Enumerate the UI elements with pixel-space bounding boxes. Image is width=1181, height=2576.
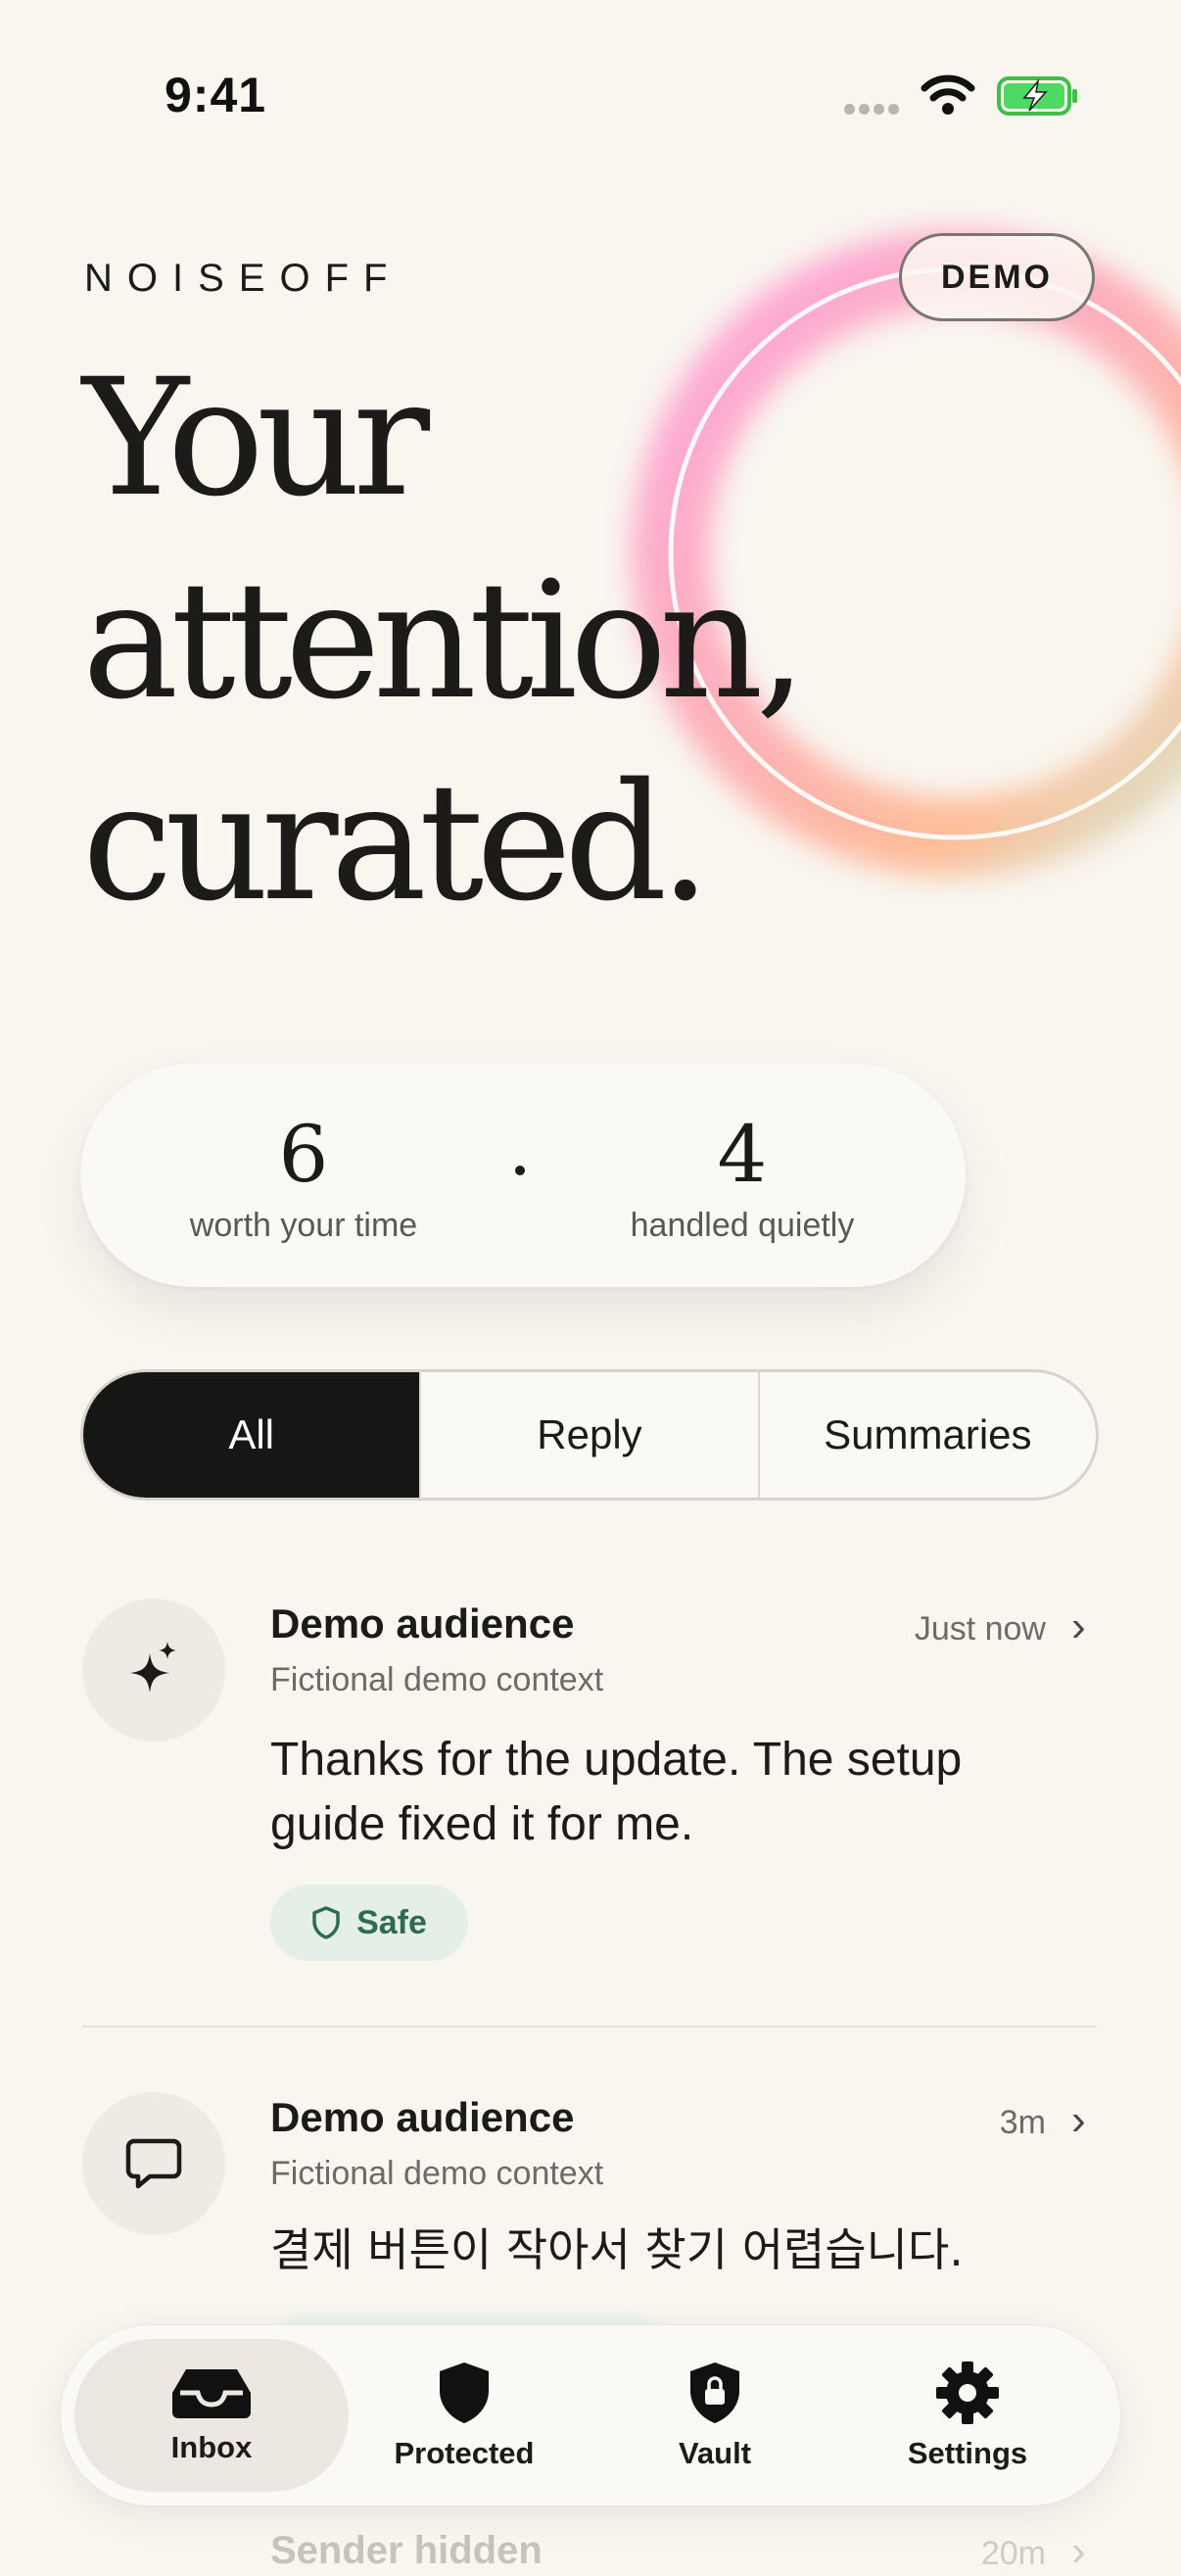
chevron-right-icon[interactable]: ›: [1071, 2096, 1086, 2145]
chevron-right-icon: ›: [1071, 2527, 1086, 2575]
handled-label: handled quietly: [630, 1207, 855, 1244]
brand-wordmark: NOISEOFF: [84, 257, 402, 300]
worth-label: worth your time: [189, 1207, 418, 1244]
wifi-icon: [921, 74, 975, 115]
demo-mode-badge[interactable]: DEMO: [899, 233, 1095, 321]
message-time: 3m: [999, 2104, 1046, 2141]
tab-label: Protected: [394, 2436, 535, 2470]
message-text[interactable]: Thanks for the update. The setup guide f…: [270, 1728, 1054, 1857]
shield-icon: [440, 2362, 489, 2423]
sparkle-icon: [130, 1642, 176, 1693]
message-sender: Demo audience: [270, 2094, 575, 2140]
message-sender-faded: Sender hidden: [270, 2529, 543, 2572]
tab-settings[interactable]: Settings: [830, 2339, 1105, 2492]
battery-charging-icon: [997, 76, 1077, 116]
chevron-right-icon[interactable]: ›: [1071, 1602, 1086, 1651]
worth-count: 6: [278, 1109, 329, 1200]
handled-count: 4: [717, 1109, 768, 1200]
hero-line-1: Your: [82, 344, 430, 532]
safe-status-badge: Safe: [270, 1884, 468, 1961]
message-avatar: [82, 1598, 225, 1741]
status-time: 9:41: [165, 68, 267, 122]
message-avatar: [82, 2092, 225, 2235]
tab-label: Settings: [907, 2436, 1028, 2470]
message-text[interactable]: 결제 버튼이 작아서 찾기 어렵습니다.: [270, 2218, 1054, 2282]
message-sender: Demo audience: [270, 1600, 575, 1646]
message-context: Fictional demo context: [270, 1661, 604, 1698]
tab-label: Inbox: [170, 2430, 253, 2464]
filter-reply[interactable]: Reply: [419, 1372, 757, 1498]
gear-icon: [936, 2361, 999, 2424]
safe-badge-label: Safe: [356, 1903, 427, 1941]
chat-bubble-icon: [125, 2138, 182, 2189]
lock-shield-icon: [690, 2362, 739, 2423]
hero-line-2: attention,: [82, 547, 807, 735]
row-divider: [82, 2026, 1097, 2027]
filter-all[interactable]: All: [83, 1372, 420, 1498]
tab-vault[interactable]: Vault: [578, 2339, 852, 2492]
inbox-icon: [172, 2369, 251, 2418]
cellular-signal-icon: [844, 102, 903, 115]
shield-outline-icon: [312, 1906, 340, 1939]
message-context: Fictional demo context: [270, 2155, 604, 2192]
filter-summaries[interactable]: Summaries: [757, 1372, 1096, 1498]
stats-separator-dot: [515, 1166, 525, 1175]
tab-protected[interactable]: Protected: [327, 2339, 601, 2492]
message-time-faded: 20m: [980, 2535, 1046, 2572]
filter-segmented-control: All Reply Summaries: [80, 1369, 1099, 1501]
tab-inbox[interactable]: Inbox: [74, 2339, 349, 2492]
hero-line-3: curated.: [82, 748, 711, 936]
message-time: Just now: [914, 1610, 1046, 1647]
tab-label: Vault: [678, 2436, 752, 2470]
